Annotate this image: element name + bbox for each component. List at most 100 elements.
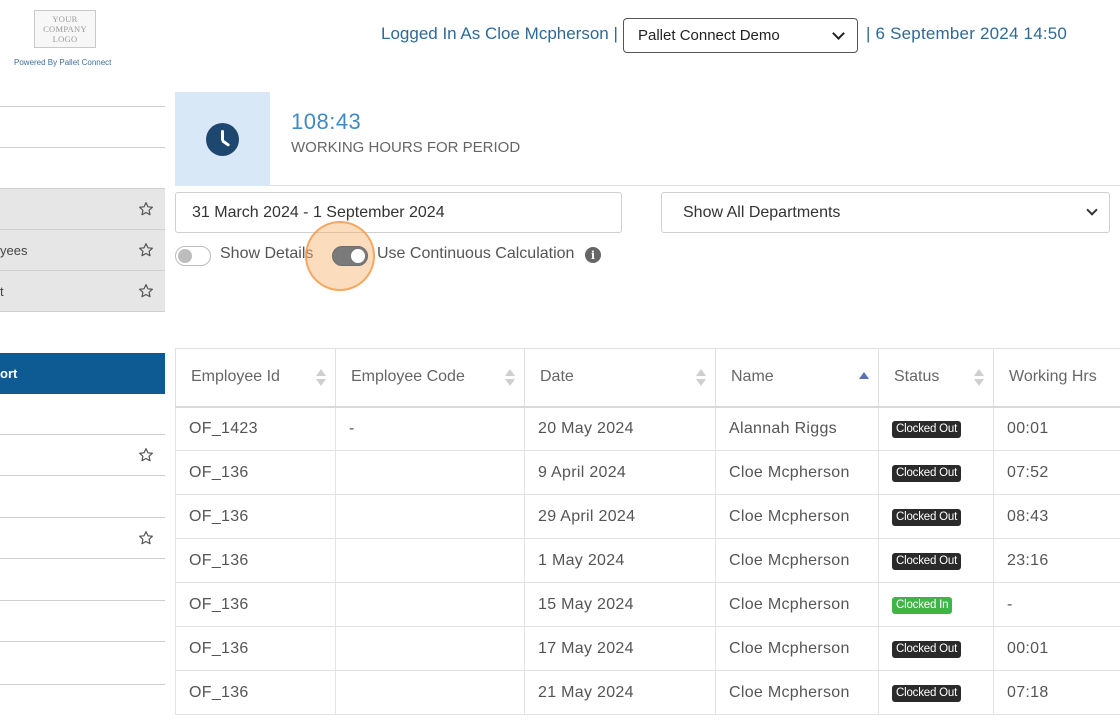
department-select-value: Show All Departments <box>683 203 841 221</box>
cell-name: Cloe Mcpherson <box>715 670 879 715</box>
sidebar: yees t ort <box>0 92 165 722</box>
cell-date: 17 May 2024 <box>524 626 716 671</box>
column-header-employee-id[interactable]: Employee Id <box>175 348 336 408</box>
cell-employee-id: OF_1423 <box>175 406 336 451</box>
cell-status: Clocked Out <box>878 450 994 495</box>
date-range-value: 31 March 2024 - 1 September 2024 <box>192 203 445 221</box>
status-badge: Clocked Out <box>892 641 962 658</box>
sort-icon <box>974 369 984 387</box>
show-details-toggle[interactable] <box>175 246 211 266</box>
continuous-calculation-label: Use Continuous Calculation <box>377 245 575 262</box>
sidebar-item-label: yees <box>0 242 28 258</box>
sidebar-item[interactable]: yees <box>0 230 165 271</box>
cell-status: Clocked Out <box>878 626 994 671</box>
column-header-employee-code[interactable]: Employee Code <box>335 348 525 408</box>
working-hours-summary: 108:43 WORKING HOURS FOR PERIOD <box>175 92 1120 186</box>
sidebar-item[interactable] <box>0 107 165 148</box>
sort-ascending-icon <box>859 369 869 387</box>
table-row[interactable]: OF_136 1 May 2024 Cloe Mcpherson Clocked… <box>175 538 1120 583</box>
status-badge: Clocked Out <box>892 509 962 526</box>
cell-working-hrs: 00:01 <box>993 406 1120 451</box>
sidebar-item-active[interactable]: ort <box>0 353 165 394</box>
sidebar-item-label: t <box>0 283 4 299</box>
cell-name: Cloe Mcpherson <box>715 494 879 539</box>
column-header-status[interactable]: Status <box>878 348 994 408</box>
sidebar-item[interactable] <box>0 435 165 476</box>
show-details-label: Show Details <box>220 245 314 262</box>
sidebar-item[interactable] <box>0 477 165 518</box>
column-header-label: Date <box>540 368 574 386</box>
info-icon[interactable]: i <box>585 247 601 263</box>
table-row[interactable]: OF_136 29 April 2024 Cloe Mcpherson Cloc… <box>175 494 1120 539</box>
logo-line: YOUR <box>52 14 78 24</box>
column-header-name[interactable]: Name <box>715 348 879 408</box>
toggle-knob <box>351 249 365 263</box>
sidebar-item[interactable] <box>0 518 165 559</box>
cell-date: 21 May 2024 <box>524 670 716 715</box>
logged-in-text: Logged In As Cloe Mcpherson | <box>381 24 618 43</box>
department-select[interactable]: Show All Departments <box>661 192 1110 233</box>
cell-employee-code <box>335 538 525 583</box>
table-row[interactable]: OF_136 17 May 2024 Cloe Mcpherson Clocke… <box>175 626 1120 671</box>
cell-employee-code <box>335 670 525 715</box>
cell-working-hrs: 08:43 <box>993 494 1120 539</box>
sort-icon <box>316 369 326 387</box>
logo-line: LOGO <box>52 34 78 44</box>
cell-date: 1 May 2024 <box>524 538 716 583</box>
star-icon[interactable] <box>138 201 154 217</box>
star-icon[interactable] <box>138 242 154 258</box>
cell-working-hrs: 07:18 <box>993 670 1120 715</box>
status-badge: Clocked Out <box>892 421 962 439</box>
cell-employee-id: OF_136 <box>175 538 336 583</box>
cell-employee-id: OF_136 <box>175 582 336 627</box>
table-row[interactable]: OF_136 21 May 2024 Cloe Mcpherson Clocke… <box>175 670 1120 715</box>
toggle-knob <box>178 249 192 263</box>
cell-employee-code <box>335 450 525 495</box>
sidebar-item[interactable] <box>0 644 165 685</box>
status-badge: Clocked Out <box>892 553 962 570</box>
cell-date: 29 April 2024 <box>524 494 716 539</box>
logo-line: COMPANY <box>43 24 87 34</box>
cell-name: Cloe Mcpherson <box>715 538 879 583</box>
table-row[interactable]: OF_1423 - 20 May 2024 Alannah Riggs Cloc… <box>175 406 1120 451</box>
sidebar-item[interactable] <box>0 394 165 435</box>
cell-name: Cloe Mcpherson <box>715 582 879 627</box>
date-range-picker[interactable]: 31 March 2024 - 1 September 2024 <box>175 192 622 233</box>
company-select[interactable]: Pallet Connect Demo <box>623 18 858 53</box>
sidebar-item[interactable] <box>0 148 165 189</box>
working-hours-value: 108:43 <box>291 109 362 134</box>
star-icon[interactable] <box>138 530 154 546</box>
column-header-label: Name <box>731 368 774 386</box>
sidebar-item[interactable] <box>0 189 165 230</box>
cell-status: Clocked Out <box>878 670 994 715</box>
table-row[interactable]: OF_136 15 May 2024 Cloe Mcpherson Clocke… <box>175 582 1120 627</box>
cell-status: Clocked In <box>878 582 994 627</box>
column-header-label: Working Hrs <box>1009 368 1097 386</box>
cell-status: Clocked Out <box>878 538 994 583</box>
cell-status: Clocked Out <box>878 406 994 451</box>
company-select-value: Pallet Connect Demo <box>638 27 780 44</box>
table-row[interactable]: OF_136 9 April 2024 Cloe Mcpherson Clock… <box>175 450 1120 495</box>
sidebar-item[interactable] <box>0 66 165 107</box>
cell-working-hrs: 23:16 <box>993 538 1120 583</box>
status-badge: Clocked In <box>892 597 953 614</box>
status-badge: Clocked Out <box>892 685 962 702</box>
column-header-working-hrs[interactable]: Working Hrs <box>993 348 1120 408</box>
sidebar-item[interactable] <box>0 560 165 601</box>
cell-working-hrs: - <box>993 582 1120 627</box>
column-header-label: Status <box>894 368 940 386</box>
sidebar-item-label: ort <box>0 365 18 381</box>
sidebar-item[interactable]: t <box>0 271 165 312</box>
continuous-calculation-toggle[interactable] <box>332 246 368 266</box>
star-icon[interactable] <box>138 447 154 463</box>
star-icon[interactable] <box>138 283 154 299</box>
sidebar-item[interactable] <box>0 601 165 642</box>
column-header-label: Employee Code <box>351 368 465 386</box>
status-badge: Clocked Out <box>892 465 962 482</box>
cell-employee-code <box>335 626 525 671</box>
cell-employee-id: OF_136 <box>175 670 336 715</box>
cell-status: Clocked Out <box>878 494 994 539</box>
clock-icon <box>206 122 239 156</box>
column-header-date[interactable]: Date <box>524 348 716 408</box>
cell-date: 9 April 2024 <box>524 450 716 495</box>
